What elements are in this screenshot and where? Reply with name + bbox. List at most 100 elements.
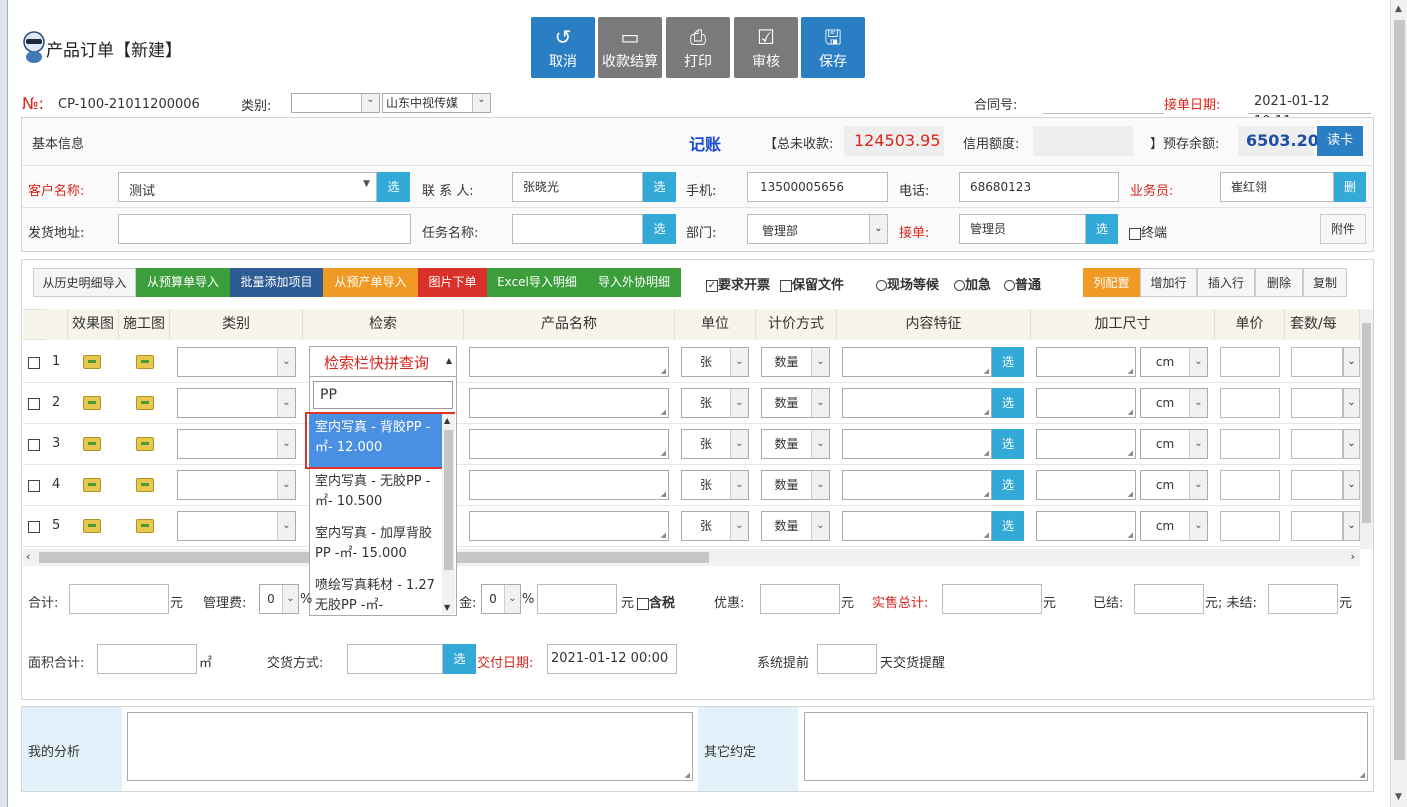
onsite-radio[interactable]: 现场等候 xyxy=(876,274,939,293)
row-checkbox[interactable] xyxy=(28,437,40,452)
unit-price-input[interactable] xyxy=(1220,429,1280,459)
print-button[interactable]: ⎙ 打印 xyxy=(666,17,730,78)
sets-spin[interactable]: ⌄ xyxy=(1343,511,1360,541)
normal-radio[interactable]: 普通 xyxy=(1004,274,1041,293)
analysis-textarea[interactable]: ◢ xyxy=(127,712,693,781)
tax-input[interactable] xyxy=(537,584,617,614)
unit-price-input[interactable] xyxy=(1220,470,1280,500)
outsource-import-button[interactable]: 导入外协明细 xyxy=(587,268,681,297)
product-name-textarea[interactable]: ◢ xyxy=(469,388,669,418)
urgent-radio[interactable]: 加急 xyxy=(954,274,991,293)
unpaid-input[interactable] xyxy=(1268,584,1338,614)
contract-input[interactable] xyxy=(1043,92,1164,114)
category-select[interactable]: ⌄ xyxy=(177,470,296,500)
size-textarea[interactable]: ◢ xyxy=(1036,429,1136,459)
sum-input[interactable] xyxy=(69,584,169,614)
content-select-button[interactable]: 选 xyxy=(992,347,1024,377)
pricing-select[interactable]: 数量 ⌄ xyxy=(761,470,830,500)
tel-input[interactable]: 68680123 xyxy=(959,172,1119,202)
unit-select[interactable]: 张 ⌄ xyxy=(681,470,749,500)
paid-input[interactable] xyxy=(1134,584,1204,614)
contact-select-button[interactable]: 选 xyxy=(643,172,676,202)
table-vscroll[interactable] xyxy=(1360,309,1373,549)
receiver-input[interactable]: 管理员 xyxy=(959,214,1086,244)
content-select-button[interactable]: 选 xyxy=(992,388,1024,418)
settle-button[interactable]: ▭ 收款结算 xyxy=(598,17,662,78)
construction-image-icon[interactable] xyxy=(136,396,154,410)
media-select[interactable]: 山东中视传媒 ⌄ xyxy=(382,93,491,113)
image-order-button[interactable]: 图片下单 xyxy=(418,268,487,297)
search-option[interactable]: 喷绘写真耗材 - 1.27无胶PP -㎡- xyxy=(309,572,442,614)
contact-input[interactable]: 张晓光 xyxy=(512,172,643,202)
history-import-button[interactable]: 从历史明细导入 xyxy=(33,268,136,297)
category-select[interactable]: ⌄ xyxy=(291,93,380,113)
remind-days-input[interactable] xyxy=(817,644,877,674)
row-checkbox[interactable] xyxy=(28,355,40,370)
size-unit-select[interactable]: cm ⌄ xyxy=(1140,470,1208,500)
unit-price-input[interactable] xyxy=(1220,347,1280,377)
content-select-button[interactable]: 选 xyxy=(992,429,1024,459)
keepfile-checkbox[interactable]: 保留文件 xyxy=(780,274,844,293)
address-input[interactable] xyxy=(118,214,411,244)
size-unit-select[interactable]: cm ⌄ xyxy=(1140,388,1208,418)
size-unit-select[interactable]: cm ⌄ xyxy=(1140,347,1208,377)
phone-input[interactable]: 13500005656 xyxy=(747,172,888,202)
pricing-select[interactable]: 数量 ⌄ xyxy=(761,511,830,541)
unit-select[interactable]: 张 ⌄ xyxy=(681,388,749,418)
mgmt-select[interactable]: 0 ⌄ xyxy=(259,584,299,614)
row-checkbox[interactable] xyxy=(28,478,40,493)
unit-price-input[interactable] xyxy=(1220,388,1280,418)
attachment-button[interactable]: 附件 xyxy=(1320,214,1366,244)
tax-select[interactable]: 0 ⌄ xyxy=(481,584,521,614)
size-textarea[interactable]: ◢ xyxy=(1036,470,1136,500)
budget-import-button[interactable]: 从预算单导入 xyxy=(136,268,230,297)
size-textarea[interactable]: ◢ xyxy=(1036,511,1136,541)
read-card-button[interactable]: 读卡 xyxy=(1317,126,1363,156)
content-textarea[interactable]: ◢ xyxy=(842,511,992,541)
salesman-delete-button[interactable]: 删 xyxy=(1334,172,1366,202)
task-select-button[interactable]: 选 xyxy=(643,214,676,244)
construction-image-icon[interactable] xyxy=(136,519,154,533)
delete-row-button[interactable]: 删除 xyxy=(1255,268,1303,297)
search-combo[interactable]: 检索栏快拼查询 ▲ xyxy=(309,346,457,376)
construction-image-icon[interactable] xyxy=(136,478,154,492)
customer-select[interactable]: 测试 ▼ xyxy=(118,172,377,202)
sets-input[interactable] xyxy=(1291,470,1343,500)
tax-included-checkbox[interactable]: 含税 xyxy=(637,592,675,611)
row-checkbox[interactable] xyxy=(28,519,40,534)
dropdown-scrollbar[interactable]: ▲ ▼ xyxy=(442,414,455,614)
order-date-input[interactable]: 2021-01-12 10:11 xyxy=(1248,92,1371,129)
customer-select-button[interactable]: 选 xyxy=(377,172,410,202)
insert-row-button[interactable]: 插入行 xyxy=(1197,268,1255,297)
salesman-input[interactable]: 崔红翎 xyxy=(1220,172,1334,202)
search-option[interactable]: 室内写真 - 加厚背胶PP -㎡- 15.000 xyxy=(309,520,442,572)
deliver-date-input[interactable]: 2021-01-12 00:00 xyxy=(547,644,677,674)
construction-image-icon[interactable] xyxy=(136,437,154,451)
account-link[interactable]: 记账 xyxy=(689,131,721,155)
dept-select[interactable]: 管理部 ⌄ xyxy=(747,214,888,244)
invoice-checkbox[interactable]: ✓ 要求开票 xyxy=(706,274,770,293)
actual-total-input[interactable] xyxy=(942,584,1042,614)
content-select-button[interactable]: 选 xyxy=(992,470,1024,500)
copy-row-button[interactable]: 复制 xyxy=(1303,268,1347,297)
category-select[interactable]: ⌄ xyxy=(177,347,296,377)
size-unit-select[interactable]: cm ⌄ xyxy=(1140,429,1208,459)
terminal-checkbox[interactable]: 终端 xyxy=(1129,222,1167,241)
area-input[interactable] xyxy=(97,644,197,674)
excel-import-button[interactable]: Excel导入明细 xyxy=(487,268,587,297)
effect-image-icon[interactable] xyxy=(83,355,101,369)
discount-input[interactable] xyxy=(760,584,840,614)
preprod-import-button[interactable]: 从预产单导入 xyxy=(323,268,418,297)
product-name-textarea[interactable]: ◢ xyxy=(469,429,669,459)
search-option[interactable]: 室内写真 - 无胶PP -㎡- 10.500 xyxy=(309,468,442,520)
effect-image-icon[interactable] xyxy=(83,396,101,410)
effect-image-icon[interactable] xyxy=(83,519,101,533)
unit-select[interactable]: 张 ⌄ xyxy=(681,511,749,541)
size-textarea[interactable]: ◢ xyxy=(1036,347,1136,377)
unit-select[interactable]: 张 ⌄ xyxy=(681,429,749,459)
construction-image-icon[interactable] xyxy=(136,355,154,369)
table-hscroll[interactable]: ‹ › xyxy=(23,549,1360,566)
product-name-textarea[interactable]: ◢ xyxy=(469,470,669,500)
unit-price-input[interactable] xyxy=(1220,511,1280,541)
sets-spin[interactable]: ⌄ xyxy=(1343,388,1360,418)
